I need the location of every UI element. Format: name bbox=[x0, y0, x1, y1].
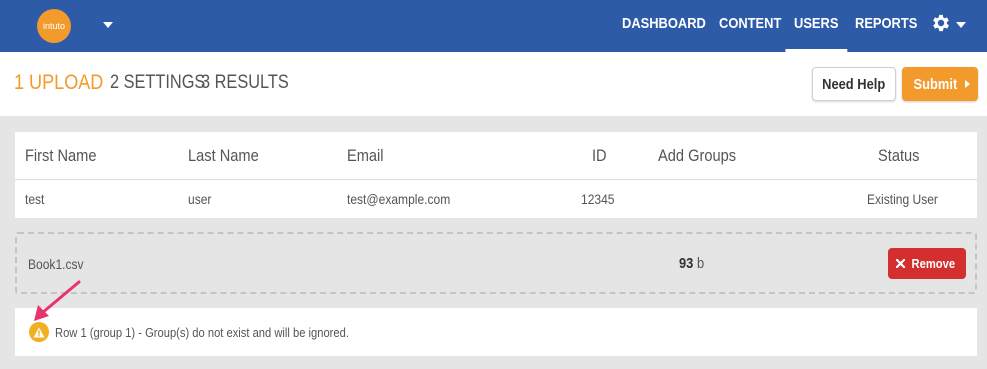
file-size-value: 93 bbox=[679, 255, 694, 272]
intuto-logo[interactable]: intuto bbox=[37, 9, 71, 43]
nav-item-users[interactable]: USERS bbox=[785, 0, 847, 52]
step-settings[interactable]: 2 SETTINGS bbox=[110, 72, 205, 94]
submit-label: Submit bbox=[913, 75, 958, 93]
chevron-down-icon[interactable] bbox=[103, 22, 113, 28]
warning-icon bbox=[29, 322, 49, 342]
remove-label: Remove bbox=[911, 256, 955, 271]
warning-text: Row 1 (group 1) - Group(s) do not exist … bbox=[55, 325, 349, 340]
wizard-header: 1 UPLOAD 2 SETTINGS 3 RESULTS Need Help … bbox=[0, 52, 987, 116]
logo-text: intuto bbox=[42, 21, 66, 31]
file-name: Book1.csv bbox=[28, 256, 84, 272]
warning-message: Row 1 (group 1) - Group(s) do not exist … bbox=[15, 308, 977, 356]
need-help-label: Need Help bbox=[822, 75, 886, 93]
top-navbar: intuto DASHBOARD CONTENT USERS REPORTS bbox=[0, 0, 987, 52]
cell-last-name: user bbox=[188, 191, 212, 207]
column-email: Email bbox=[347, 146, 384, 165]
caret-right-icon bbox=[964, 80, 970, 88]
file-size: 93 b bbox=[679, 255, 704, 272]
gear-icon[interactable] bbox=[930, 12, 952, 34]
step-upload[interactable]: 1 UPLOAD bbox=[14, 71, 103, 95]
column-add-groups: Add Groups bbox=[658, 146, 737, 165]
nav-item-dashboard[interactable]: DASHBOARD bbox=[622, 0, 706, 52]
table-header: First Name Last Name Email ID Add Groups… bbox=[15, 132, 977, 180]
cell-email: test@example.com bbox=[347, 191, 451, 207]
nav-item-reports[interactable]: REPORTS bbox=[855, 0, 917, 52]
chevron-down-icon[interactable] bbox=[956, 22, 966, 28]
file-size-unit: b bbox=[696, 255, 705, 272]
users-table: First Name Last Name Email ID Add Groups… bbox=[15, 132, 977, 218]
cell-id: 12345 bbox=[581, 191, 615, 207]
column-status: Status bbox=[878, 146, 920, 165]
remove-file-button[interactable]: Remove bbox=[888, 248, 966, 279]
column-id: ID bbox=[592, 146, 607, 165]
step-results[interactable]: 3 RESULTS bbox=[201, 72, 289, 94]
close-icon bbox=[895, 259, 905, 268]
need-help-button[interactable]: Need Help bbox=[812, 67, 896, 101]
column-last-name: Last Name bbox=[188, 146, 259, 165]
column-first-name: First Name bbox=[25, 146, 97, 165]
cell-first-name: test bbox=[25, 191, 45, 207]
table-row: test user test@example.com 12345 Existin… bbox=[15, 180, 977, 218]
cell-status: Existing User bbox=[867, 191, 938, 207]
nav-item-content[interactable]: CONTENT bbox=[719, 0, 781, 52]
submit-button[interactable]: Submit bbox=[902, 67, 978, 101]
file-dropzone[interactable]: Book1.csv 93 b Remove bbox=[15, 232, 977, 294]
